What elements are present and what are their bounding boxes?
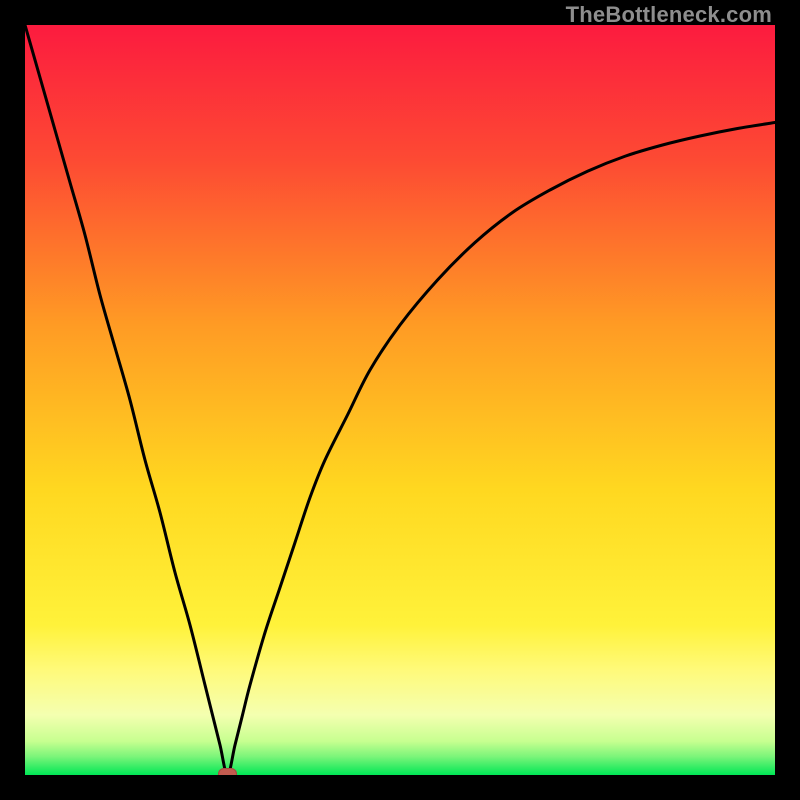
optimal-point-marker xyxy=(218,768,238,775)
plot-area xyxy=(25,25,775,775)
curve-svg xyxy=(25,25,775,775)
chart-frame: TheBottleneck.com xyxy=(0,0,800,800)
watermark-text: TheBottleneck.com xyxy=(566,2,772,28)
bottleneck-curve xyxy=(25,25,775,775)
